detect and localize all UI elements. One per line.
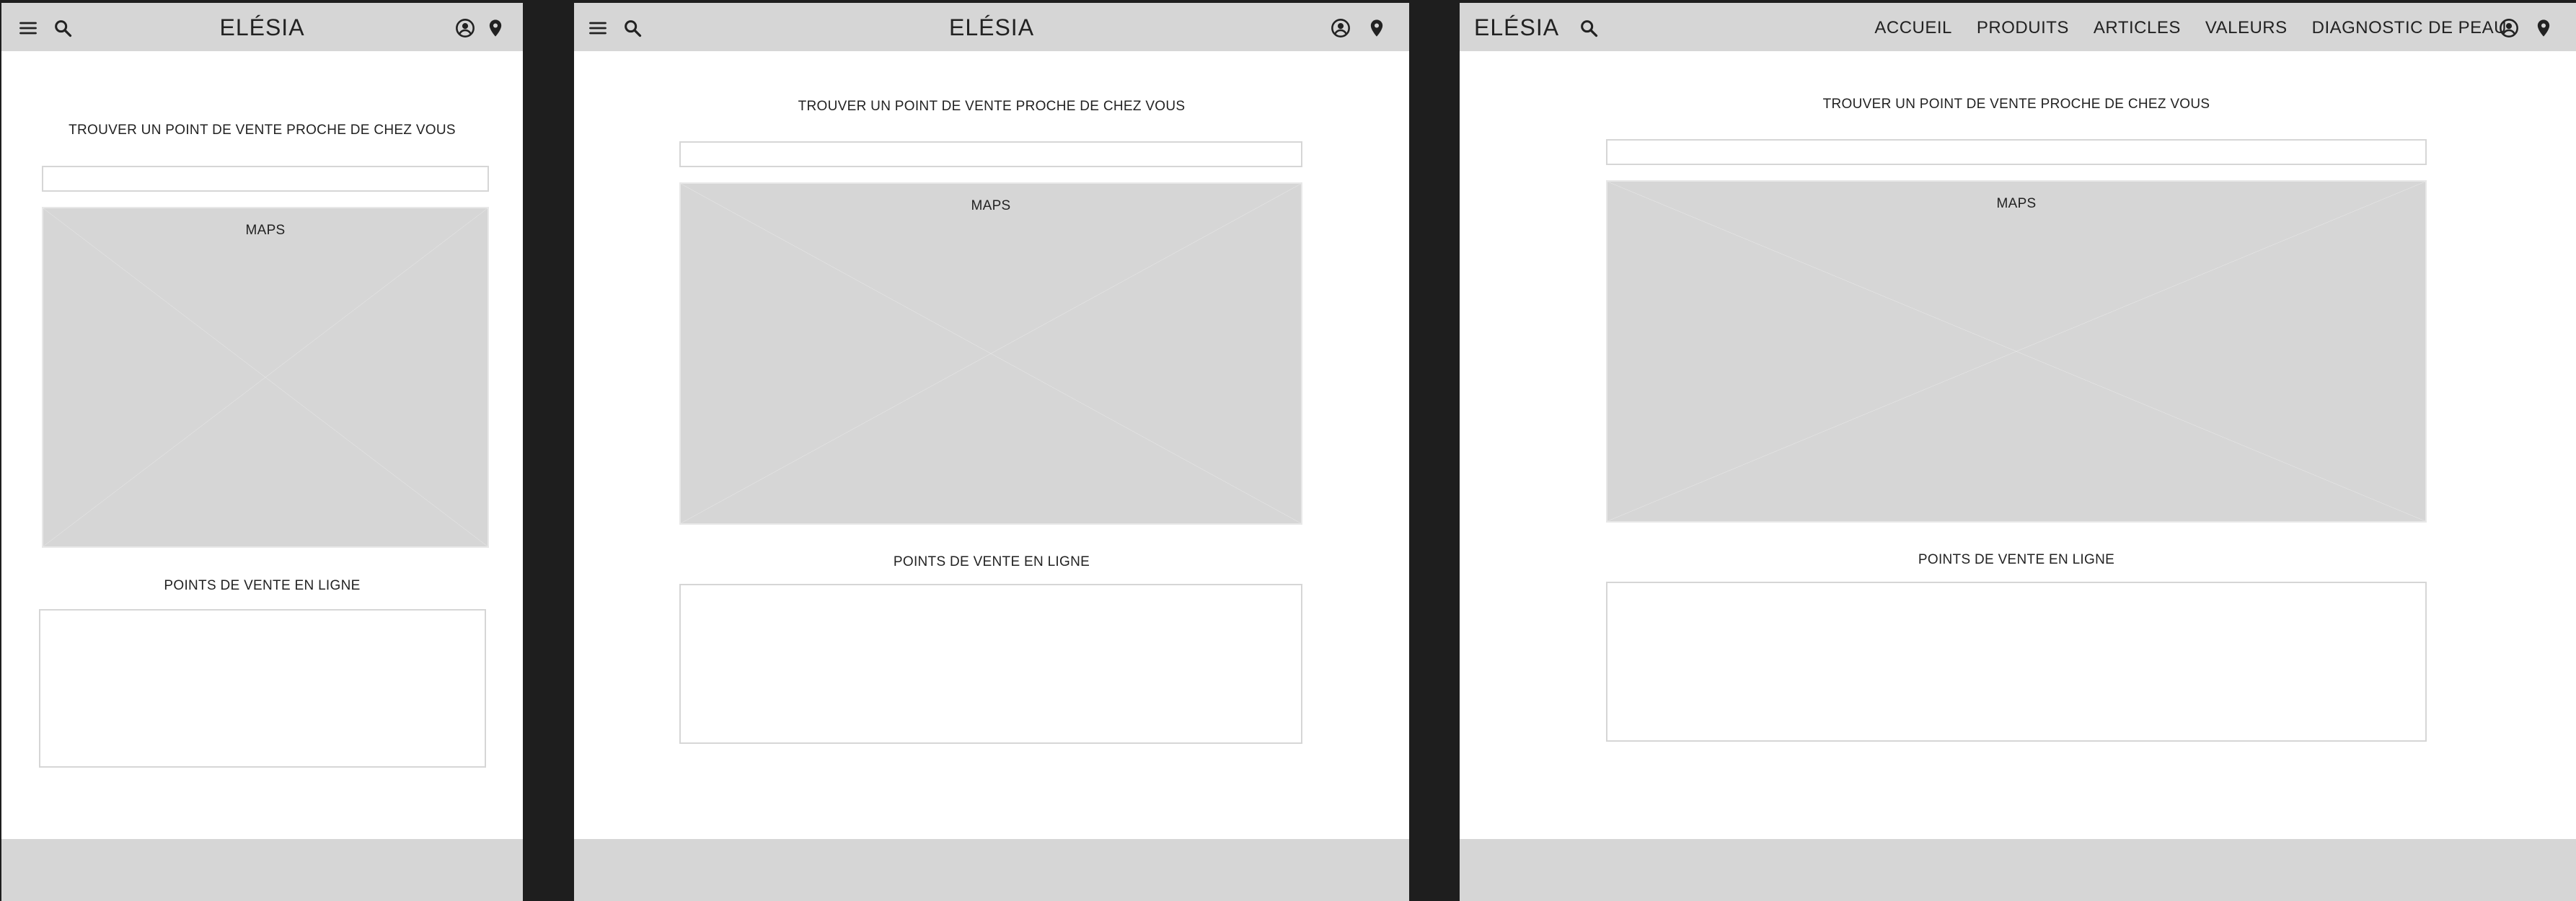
online-stores-list bbox=[39, 609, 486, 768]
tablet-frame: ELÉSIA TROUVER UN POINT DE VENTE PROCHE … bbox=[574, 3, 1409, 901]
location-pin-icon[interactable] bbox=[485, 17, 506, 39]
map-placeholder[interactable]: MAPS bbox=[1606, 180, 2427, 523]
mobile-frame: ELÉSIA TROUVER UN POINT DE VENTE PROCHE … bbox=[1, 3, 523, 901]
header: ELÉSIA ACCUEIL PRODUITS ARTICLES VALEURS… bbox=[1460, 3, 2576, 51]
nav-item-diagnostic[interactable]: DIAGNOSTIC DE PEAU bbox=[2312, 16, 2507, 40]
online-stores-list bbox=[1606, 582, 2427, 742]
online-stores-title: POINTS DE VENTE EN LIGNE bbox=[893, 554, 1090, 569]
header: ELÉSIA bbox=[1, 3, 523, 51]
store-locator-title: TROUVER UN POINT DE VENTE PROCHE DE CHEZ… bbox=[798, 99, 1186, 114]
nav-item-valeurs[interactable]: VALEURS bbox=[2205, 16, 2288, 40]
store-search-input[interactable] bbox=[1606, 139, 2427, 165]
footer bbox=[1, 839, 523, 901]
store-search-input[interactable] bbox=[679, 141, 1302, 167]
account-icon[interactable] bbox=[2498, 17, 2520, 39]
brand-logo[interactable]: ELÉSIA bbox=[1474, 14, 1559, 40]
brand-logo[interactable]: ELÉSIA bbox=[574, 14, 1409, 40]
main-nav: ACCUEIL PRODUITS ARTICLES VALEURS DIAGNO… bbox=[1874, 16, 2507, 40]
online-stores-title: POINTS DE VENTE EN LIGNE bbox=[164, 578, 361, 593]
online-stores-title: POINTS DE VENTE EN LIGNE bbox=[1918, 552, 2115, 567]
map-placeholder[interactable]: MAPS bbox=[679, 182, 1302, 525]
brand-logo[interactable]: ELÉSIA bbox=[1, 14, 523, 40]
search-icon[interactable] bbox=[1578, 17, 1600, 39]
location-pin-icon[interactable] bbox=[1366, 17, 1388, 39]
account-icon[interactable] bbox=[454, 17, 476, 39]
nav-item-articles[interactable]: ARTICLES bbox=[2094, 16, 2181, 40]
online-stores-list bbox=[679, 584, 1302, 744]
desktop-frame: ELÉSIA ACCUEIL PRODUITS ARTICLES VALEURS… bbox=[1460, 3, 2576, 901]
map-label: MAPS bbox=[245, 223, 286, 238]
footer bbox=[574, 839, 1409, 901]
account-icon[interactable] bbox=[1330, 17, 1351, 39]
map-placeholder[interactable]: MAPS bbox=[42, 207, 489, 548]
location-pin-icon[interactable] bbox=[2533, 17, 2554, 39]
store-search-input[interactable] bbox=[42, 166, 489, 192]
map-label: MAPS bbox=[971, 198, 1011, 213]
footer bbox=[1460, 839, 2576, 901]
store-locator-title: TROUVER UN POINT DE VENTE PROCHE DE CHEZ… bbox=[69, 123, 456, 138]
nav-item-accueil[interactable]: ACCUEIL bbox=[1874, 16, 1952, 40]
store-locator-title: TROUVER UN POINT DE VENTE PROCHE DE CHEZ… bbox=[1822, 97, 2210, 112]
map-label: MAPS bbox=[1996, 196, 2037, 211]
nav-item-produits[interactable]: PRODUITS bbox=[1977, 16, 2069, 40]
header: ELÉSIA bbox=[574, 3, 1409, 51]
